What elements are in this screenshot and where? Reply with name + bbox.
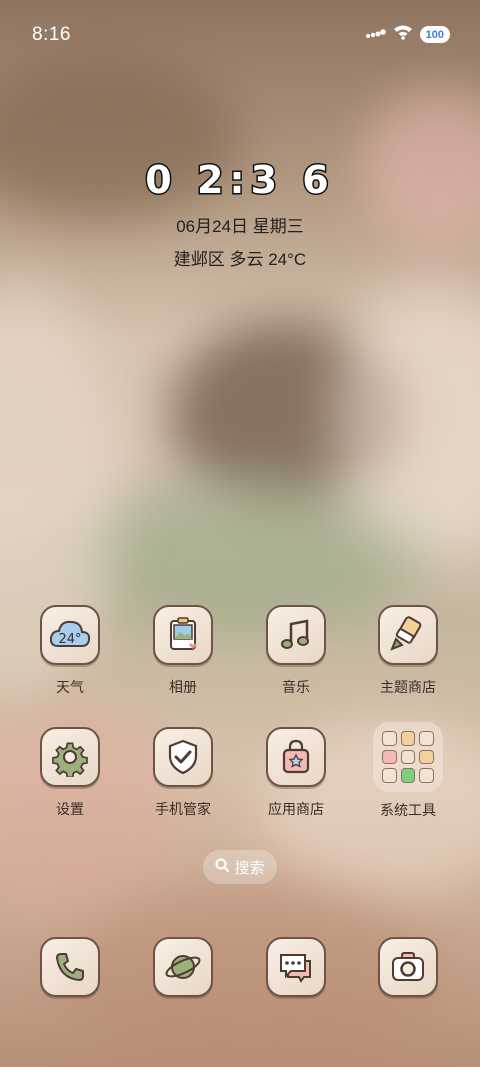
status-bar: 8:16 100 xyxy=(0,0,480,66)
weather-badge: 24° xyxy=(58,632,81,647)
shield-check-icon xyxy=(153,727,213,787)
app-gallery[interactable]: 相册 xyxy=(133,605,233,697)
app-store[interactable]: 应用商店 xyxy=(246,727,346,819)
gear-icon xyxy=(40,727,100,787)
clock-date: 06月24日 星期三 xyxy=(176,217,304,236)
folder-system-tools[interactable]: 系统工具 xyxy=(358,722,458,820)
phone-icon xyxy=(40,937,100,997)
app-theme-store[interactable]: 主题商店 xyxy=(358,605,458,697)
shopping-bag-icon xyxy=(266,727,326,787)
app-label: 相册 xyxy=(169,679,197,695)
app-phone-manager[interactable]: 手机管家 xyxy=(133,727,233,819)
battery-indicator: 100 xyxy=(419,26,450,43)
weather-icon: 24° xyxy=(40,605,100,665)
app-label: 天气 xyxy=(56,679,84,695)
clock-time: 0 2:3 6 xyxy=(144,157,335,204)
clock-widget[interactable]: 0 2:3 6 06月24日 星期三 建邺区 多云 24°C xyxy=(0,157,480,270)
chat-bubble-icon xyxy=(266,937,326,997)
camera-icon xyxy=(378,937,438,997)
paint-brush-icon xyxy=(378,605,438,665)
music-note-icon xyxy=(266,605,326,665)
status-time: 8:16 xyxy=(32,24,71,45)
photo-album-icon xyxy=(153,605,213,665)
app-weather[interactable]: 24° 天气 xyxy=(20,605,120,697)
app-label: 设置 xyxy=(56,801,84,817)
app-label: 主题商店 xyxy=(380,679,436,695)
dock-camera[interactable] xyxy=(358,937,458,997)
dock-browser[interactable] xyxy=(133,937,233,997)
app-music[interactable]: 音乐 xyxy=(246,605,346,697)
app-label: 系统工具 xyxy=(380,802,436,818)
folder-icon xyxy=(373,722,443,792)
wifi-icon xyxy=(393,24,413,45)
app-label: 手机管家 xyxy=(155,801,211,817)
search-button[interactable]: 搜索 xyxy=(203,850,277,884)
dock-messages[interactable] xyxy=(246,937,346,997)
search-icon xyxy=(215,858,230,876)
app-label: 应用商店 xyxy=(268,801,324,817)
app-settings[interactable]: 设置 xyxy=(20,727,120,819)
search-label: 搜索 xyxy=(234,859,265,877)
signal-icon xyxy=(365,25,386,44)
app-label: 音乐 xyxy=(282,679,310,695)
clock-weather: 建邺区 多云 24°C xyxy=(173,250,307,269)
dock-phone[interactable] xyxy=(20,937,120,997)
planet-icon xyxy=(153,937,213,997)
